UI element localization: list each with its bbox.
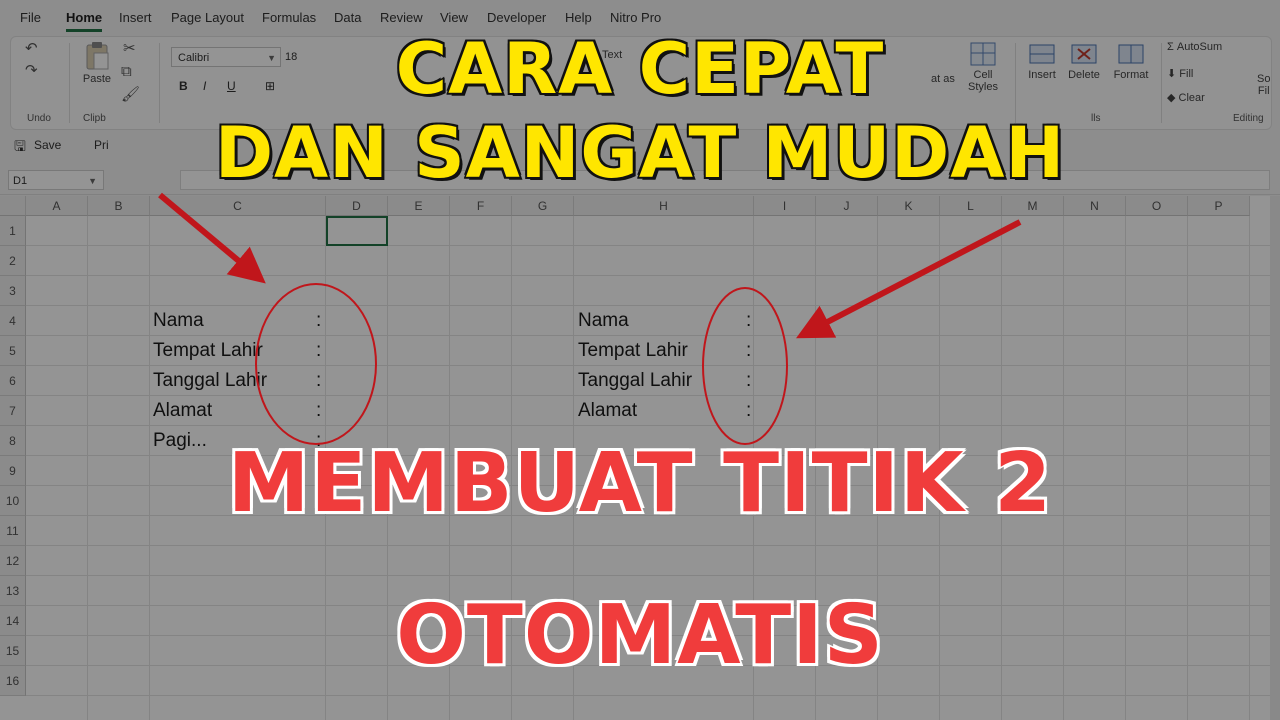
highlight-circle-right bbox=[702, 287, 788, 445]
headline-membuat-titik: MEMBUAT TITIK 2 bbox=[226, 435, 1053, 533]
headline-dan-sangat-mudah: DAN SANGAT MUDAH bbox=[213, 111, 1066, 196]
arrow-right bbox=[796, 219, 1022, 339]
arrow-left bbox=[158, 192, 266, 284]
headline-cara-cepat: CARA CEPAT bbox=[394, 27, 885, 112]
highlight-circle-left bbox=[255, 283, 377, 445]
headline-otomatis: OTOMATIS bbox=[395, 587, 885, 685]
